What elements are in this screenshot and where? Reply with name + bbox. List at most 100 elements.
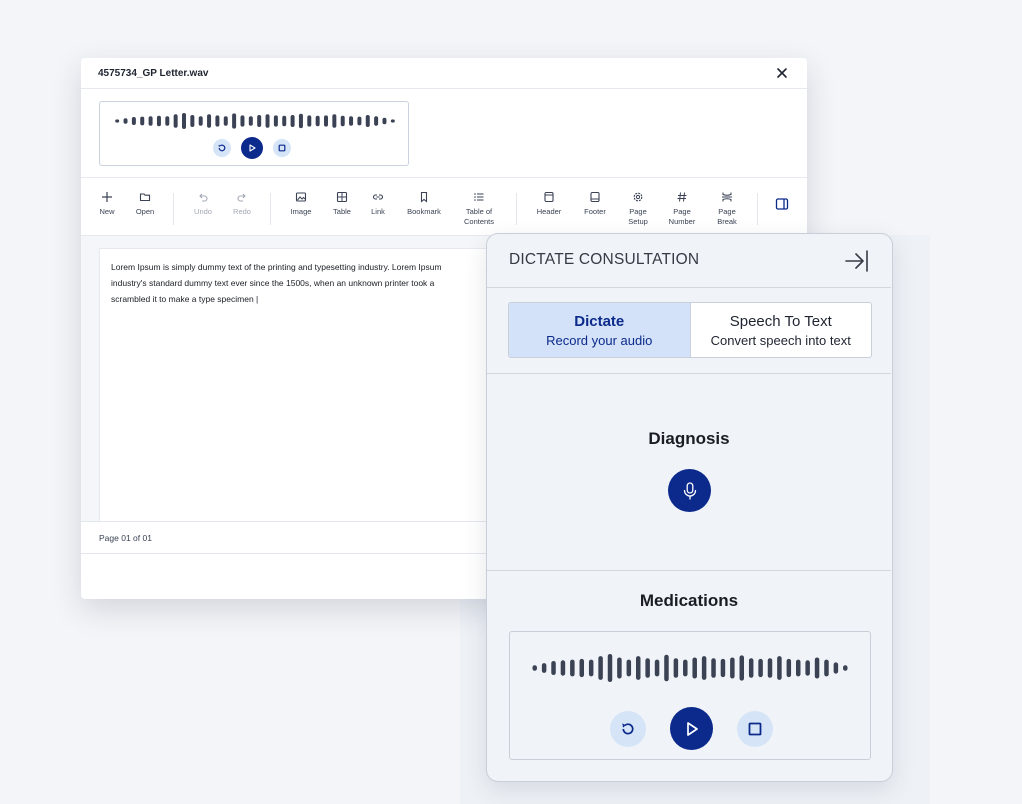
record-diagnosis-button[interactable]	[668, 469, 711, 512]
waveform-bar	[173, 114, 178, 128]
play-icon	[249, 144, 256, 152]
waveform-bar	[560, 660, 566, 676]
toggle-sidebar-button[interactable]	[755, 195, 807, 215]
waveform-bar	[598, 656, 603, 680]
waveform-bar	[332, 114, 337, 128]
audio-player	[99, 101, 409, 166]
redo-button[interactable]: Redo	[215, 189, 269, 217]
mode-switch: Dictate Record your audio Speech To Text…	[508, 302, 872, 358]
waveform-bar	[198, 116, 203, 126]
waveform-bar	[357, 116, 362, 126]
stop-icon	[278, 144, 286, 152]
waveform-bar	[273, 115, 278, 127]
toolbar-label: Redo	[233, 207, 251, 216]
waveform-bar	[315, 115, 320, 127]
stop-button[interactable]	[737, 710, 773, 747]
play-icon	[686, 721, 698, 736]
waveform-bar	[215, 115, 220, 127]
waveform-bar	[795, 659, 801, 677]
link-icon	[372, 194, 384, 200]
bookmark-icon	[420, 191, 428, 203]
restart-icon	[622, 722, 634, 734]
plus-icon	[102, 192, 112, 202]
waveform-bar	[290, 115, 295, 127]
medications-audio-player	[509, 631, 871, 760]
waveform-bar	[767, 658, 773, 678]
waveform-bar	[617, 657, 622, 679]
restart-button[interactable]	[610, 710, 646, 747]
restart-icon	[218, 144, 226, 152]
header-icon	[544, 191, 554, 203]
audio-waveform	[532, 654, 848, 682]
waveform-bar	[739, 655, 745, 681]
page-break-button[interactable]: Page Break	[700, 189, 754, 227]
waveform-bar	[551, 661, 556, 675]
mode-dictate-tab[interactable]: Dictate Record your audio	[509, 303, 691, 357]
document-text[interactable]: Lorem Ipsum is simply dummy text of the …	[111, 259, 511, 307]
waveform-bar	[654, 659, 660, 677]
waveform-bar	[683, 659, 688, 677]
waveform-bar	[340, 115, 345, 127]
waveform-bar	[307, 115, 312, 127]
sidebar-icon	[775, 198, 789, 210]
waveform-bar	[182, 113, 186, 129]
waveform-bar	[541, 663, 547, 673]
waveform-bar	[805, 660, 810, 676]
divider	[81, 177, 807, 178]
mode-subtitle: Convert speech into text	[710, 333, 851, 348]
collapse-right-icon	[845, 250, 868, 272]
restart-button[interactable]	[213, 139, 231, 157]
waveform-bar	[720, 658, 726, 678]
collapse-panel-button[interactable]	[843, 247, 871, 275]
toolbar-label: Bookmark	[407, 207, 441, 216]
close-icon[interactable]	[774, 65, 790, 81]
table-of-contents-button[interactable]: Table of Contents	[452, 189, 506, 227]
waveform-bar	[607, 654, 613, 682]
play-button[interactable]	[670, 707, 713, 750]
waveform-bar	[786, 658, 792, 678]
waveform-bar	[758, 658, 763, 678]
waveform-bar	[382, 117, 387, 125]
waveform-bar	[730, 657, 735, 679]
waveform-bar	[140, 116, 145, 126]
waveform-bar	[390, 119, 395, 123]
play-button[interactable]	[241, 137, 263, 159]
microphone-icon	[683, 481, 696, 500]
table-icon	[336, 191, 348, 203]
waveform-bar	[814, 657, 820, 679]
waveform-bar	[692, 657, 697, 679]
open-button[interactable]: Open	[118, 189, 172, 217]
stop-icon	[748, 722, 762, 735]
toolbar-label: Page Break	[717, 207, 737, 226]
mode-subtitle: Record your audio	[546, 333, 653, 348]
waveform-bar	[645, 658, 650, 678]
waveform-bar	[374, 116, 379, 126]
waveform-bar	[240, 115, 245, 127]
gear-icon	[633, 192, 643, 202]
image-icon	[295, 192, 307, 202]
waveform-bar	[282, 115, 287, 127]
waveform-bar	[265, 114, 270, 128]
redo-icon	[237, 193, 246, 202]
list-icon	[474, 193, 484, 201]
bookmark-button[interactable]: Bookmark	[397, 189, 451, 217]
editor-header: 4575734_GP Letter.wav	[81, 58, 807, 89]
waveform-bar	[165, 116, 170, 126]
dictate-consultation-panel: DICTATE CONSULTATION Dictate Record your…	[486, 233, 893, 782]
divider	[487, 570, 891, 571]
stop-button[interactable]	[273, 139, 291, 157]
waveform-bar	[207, 114, 212, 128]
waveform-bar	[365, 115, 370, 127]
waveform-bar	[123, 118, 128, 124]
hash-icon	[677, 192, 687, 202]
page-indicator: Page 01 of 01	[99, 533, 152, 543]
waveform-bar	[635, 656, 641, 680]
waveform-bar	[232, 113, 237, 129]
document-page[interactable]: Lorem Ipsum is simply dummy text of the …	[99, 248, 519, 523]
section-label-diagnosis: Diagnosis	[648, 429, 730, 448]
toolbar-label: Table of Contents	[463, 207, 495, 226]
toolbar-divider	[173, 193, 174, 225]
page-break-icon	[722, 192, 732, 202]
waveform-bar	[248, 116, 253, 126]
mode-speech-to-text-tab[interactable]: Speech To Text Convert speech into text	[691, 303, 872, 357]
